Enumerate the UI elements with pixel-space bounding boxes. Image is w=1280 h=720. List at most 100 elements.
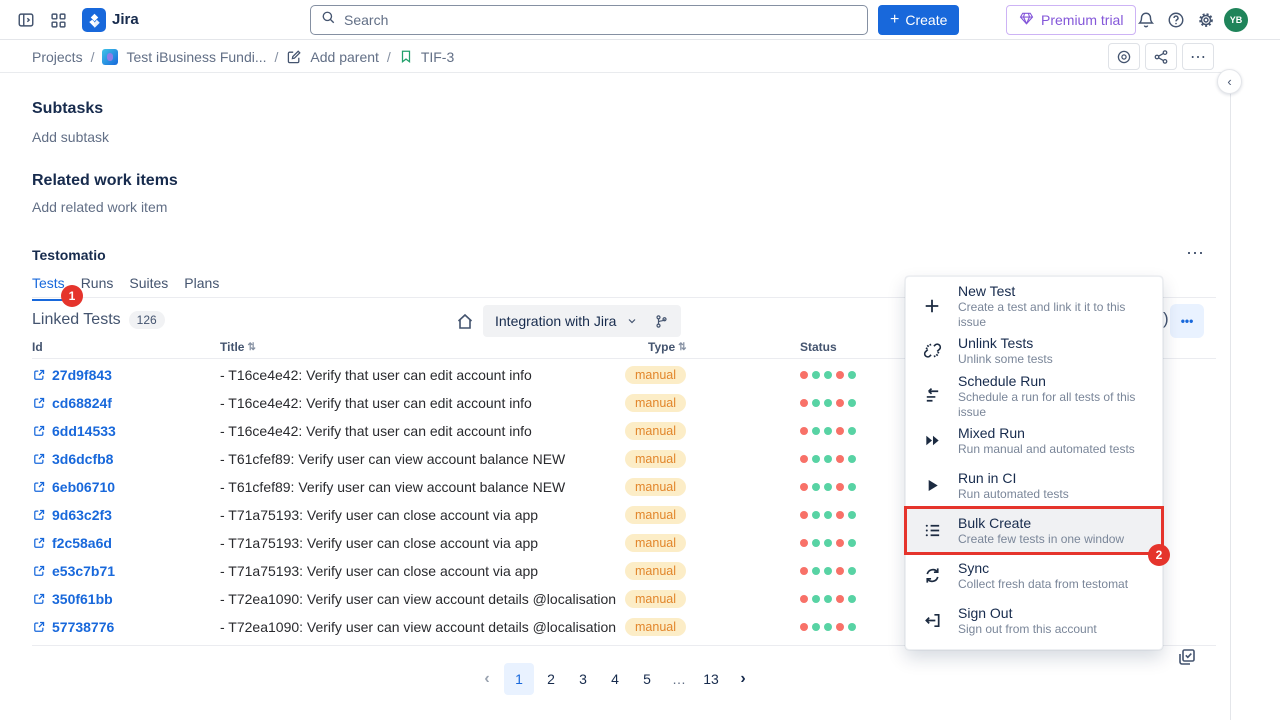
status-dot-failed <box>836 539 844 547</box>
status-dots <box>800 613 856 641</box>
settings-gear-icon[interactable] <box>1196 10 1216 30</box>
status-dot-passed <box>848 539 856 547</box>
test-id-link[interactable]: 6dd14533 <box>32 417 116 445</box>
share-icon[interactable] <box>1145 43 1177 70</box>
watch-eye-icon[interactable] <box>1108 43 1140 70</box>
search-input[interactable] <box>344 12 857 28</box>
pagination-page-13[interactable]: 13 <box>696 663 726 695</box>
jira-logo-icon[interactable] <box>82 8 106 32</box>
menu-item-subtitle: Collect fresh data from testomat <box>958 577 1128 592</box>
add-subtask-link[interactable]: Add subtask <box>32 129 109 145</box>
test-type-cell: manual <box>625 557 686 585</box>
collapse-panel-button[interactable]: ‹ <box>1217 69 1242 94</box>
status-dot-passed <box>812 371 820 379</box>
status-dot-failed <box>836 427 844 435</box>
sort-icon[interactable]: ⇅ <box>678 342 686 353</box>
menu-item-sign-out[interactable]: Sign OutSign out from this account <box>906 598 1162 643</box>
status-dot-passed <box>848 567 856 575</box>
status-dots <box>800 557 856 585</box>
test-id-link[interactable]: 3d6dcfb8 <box>32 445 113 473</box>
pagination-page-3[interactable]: 3 <box>568 663 598 695</box>
external-link-icon <box>32 480 46 494</box>
status-dot-failed <box>800 371 808 379</box>
status-dot-passed <box>848 399 856 407</box>
project-selector-dropdown[interactable]: Integration with Jira <box>483 305 681 337</box>
pagination-page-5[interactable]: 5 <box>632 663 662 695</box>
test-type-cell: manual <box>625 473 686 501</box>
pagination-next-icon[interactable]: › <box>728 663 758 695</box>
status-dot-passed <box>812 483 820 491</box>
app-switcher-icon[interactable] <box>48 10 68 30</box>
breadcrumb: Projects / Test iBusiness Fundi... / Add… <box>32 41 454 72</box>
test-id-link[interactable]: 57738776 <box>32 613 114 641</box>
menu-item-run-in-ci[interactable]: Run in CIRun automated tests <box>906 463 1162 508</box>
menu-item-new-test[interactable]: New TestCreate a test and link it it to … <box>906 283 1162 328</box>
column-header-title[interactable]: Title⇅ <box>220 340 256 354</box>
user-avatar[interactable]: YB <box>1224 8 1248 32</box>
jira-issue-page: Jira + Create Premium trial YB <box>0 0 1280 720</box>
test-title: - T61cfef89: Verify user can view accoun… <box>220 473 565 501</box>
menu-item-mixed-run[interactable]: Mixed RunRun manual and automated tests <box>906 418 1162 463</box>
notifications-bell-icon[interactable] <box>1136 10 1156 30</box>
top-navigation-bar: Jira + Create Premium trial YB <box>0 0 1280 40</box>
test-type-cell: manual <box>625 501 686 529</box>
test-id-link[interactable]: e53c7b71 <box>32 557 115 585</box>
test-id-link[interactable]: cd68824f <box>32 389 112 417</box>
status-dot-passed <box>812 511 820 519</box>
column-header-type[interactable]: Type⇅ <box>648 340 687 354</box>
test-title: - T71a75193: Verify user can close accou… <box>220 501 538 529</box>
status-dot-passed <box>824 483 832 491</box>
test-title: - T61cfef89: Verify user can view accoun… <box>220 445 565 473</box>
status-dots <box>800 501 856 529</box>
search-bar[interactable] <box>310 5 868 35</box>
branch-icon[interactable] <box>654 314 669 329</box>
pagination-page-1[interactable]: 1 <box>504 663 534 695</box>
linked-tests-more-button[interactable]: ••• <box>1170 304 1204 338</box>
breadcrumb-add-parent[interactable]: Add parent <box>310 49 379 65</box>
test-id-link[interactable]: 350f61bb <box>32 585 113 613</box>
breadcrumb-projects[interactable]: Projects <box>32 49 83 65</box>
pagination-page-2[interactable]: 2 <box>536 663 566 695</box>
testomatio-more-icon[interactable]: ⋯ <box>1186 243 1205 264</box>
pagination-page-4[interactable]: 4 <box>600 663 630 695</box>
menu-item-subtitle: Schedule a run for all tests of this iss… <box>958 390 1146 420</box>
sync-icon <box>922 566 942 586</box>
type-badge: manual <box>625 478 686 496</box>
test-id-link[interactable]: 27d9f843 <box>32 361 112 389</box>
breadcrumb-project[interactable]: Test iBusiness Fundi... <box>126 49 266 65</box>
help-icon[interactable] <box>1166 10 1186 30</box>
type-badge: manual <box>625 534 686 552</box>
sort-icon[interactable]: ⇅ <box>247 342 255 353</box>
menu-item-schedule-run[interactable]: Schedule RunSchedule a run for all tests… <box>906 373 1162 418</box>
menu-item-title: Schedule Run <box>958 372 1146 390</box>
test-id-link[interactable]: 9d63c2f3 <box>32 501 112 529</box>
test-id-link[interactable]: f2c58a6d <box>32 529 112 557</box>
home-icon[interactable] <box>455 312 475 332</box>
status-dot-passed <box>812 427 820 435</box>
menu-item-unlink-tests[interactable]: Unlink TestsUnlink some tests <box>906 328 1162 373</box>
external-link-icon <box>32 620 46 634</box>
menu-item-sync[interactable]: SyncCollect fresh data from testomat <box>906 553 1162 598</box>
issue-actions: ⋯ <box>1108 43 1214 70</box>
external-link-icon <box>32 564 46 578</box>
premium-trial-button[interactable]: Premium trial <box>1006 5 1136 35</box>
breadcrumb-issue-key[interactable]: TIF-3 <box>421 49 454 65</box>
linked-tests-count-badge: 126 <box>129 311 165 329</box>
status-dot-passed <box>824 595 832 603</box>
status-dot-passed <box>824 455 832 463</box>
sidebar-toggle-icon[interactable] <box>16 10 36 30</box>
menu-item-title: Mixed Run <box>958 424 1135 442</box>
status-dot-passed <box>848 371 856 379</box>
pagination-ellipsis: … <box>664 663 694 695</box>
test-id-link[interactable]: 6eb06710 <box>32 473 115 501</box>
more-actions-icon[interactable]: ⋯ <box>1182 43 1214 70</box>
status-dot-passed <box>824 511 832 519</box>
linked-tests-title: Linked Tests <box>32 311 121 329</box>
status-dots <box>800 389 856 417</box>
pagination-prev-icon[interactable]: ‹ <box>472 663 502 695</box>
plus-icon <box>922 296 942 316</box>
create-button[interactable]: + Create <box>878 5 959 35</box>
add-related-work-item-link[interactable]: Add related work item <box>32 199 167 215</box>
menu-item-bulk-create[interactable]: Bulk CreateCreate few tests in one windo… <box>906 508 1162 553</box>
checklist-icon[interactable] <box>1176 646 1198 668</box>
